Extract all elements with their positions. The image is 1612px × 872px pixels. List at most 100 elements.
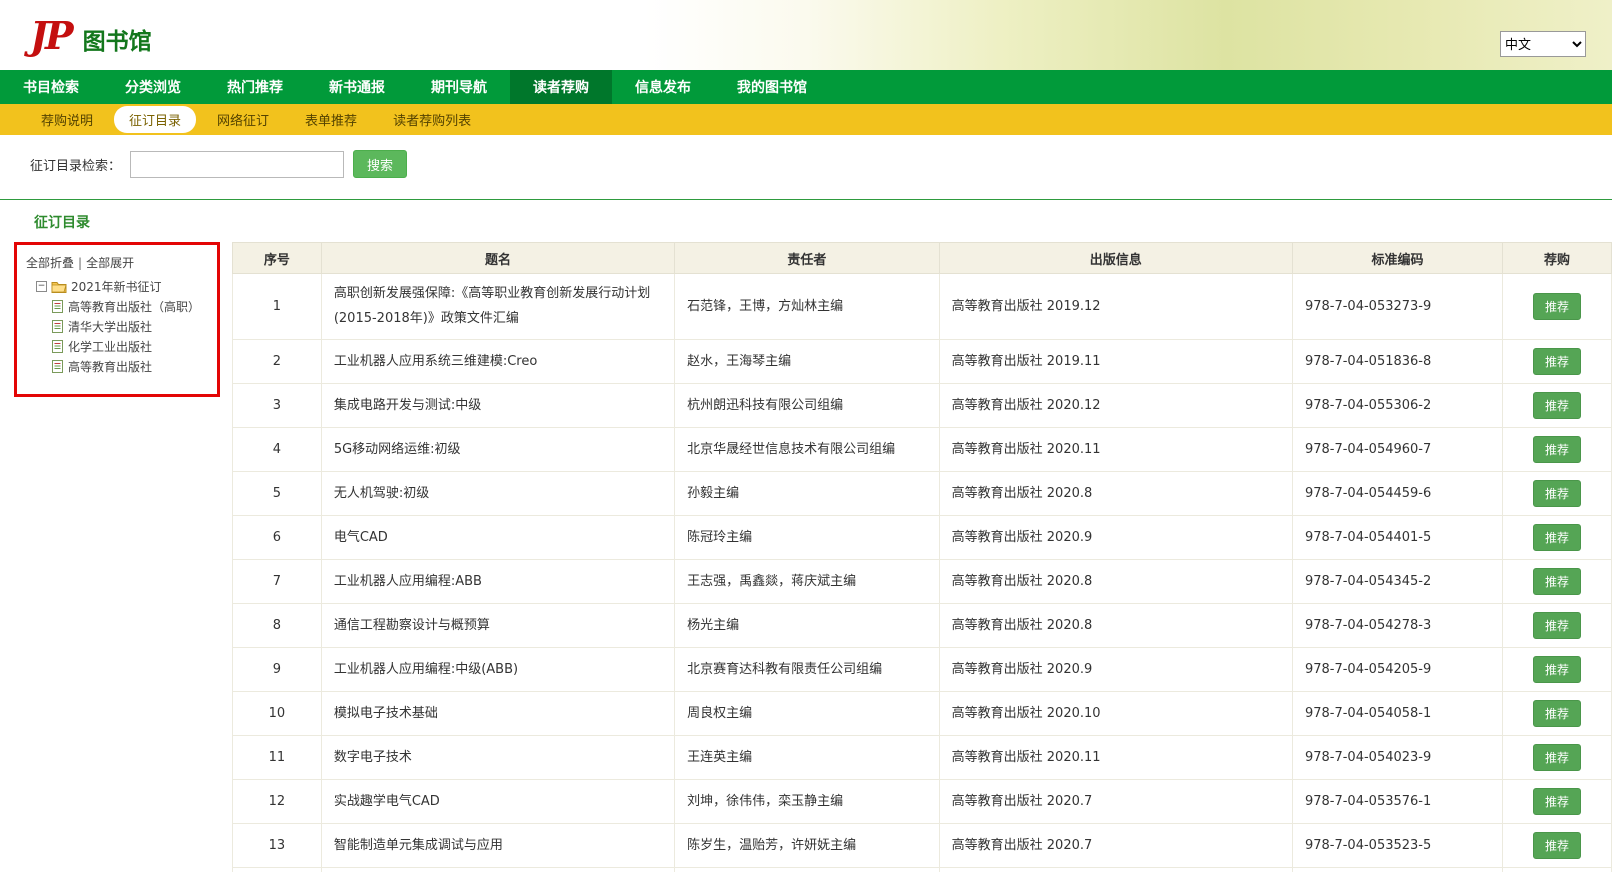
- recommend-button[interactable]: 推荐: [1533, 832, 1581, 859]
- recommend-button[interactable]: 推荐: [1533, 480, 1581, 507]
- cell-publisher: 高等教育出版社 2019.11: [939, 340, 1292, 384]
- tree-item-publisher[interactable]: 高等教育出版社: [52, 358, 211, 375]
- recommend-button[interactable]: 推荐: [1533, 656, 1581, 683]
- table-row: 4 5G移动网络运维:初级 北京华晟经世信息技术有限公司组编 高等教育出版社 2…: [233, 428, 1612, 472]
- cell-publisher: 高等教育出版社 2020.10: [939, 692, 1292, 736]
- document-icon: [52, 300, 63, 313]
- cell-title: 集成电路开发与测试:中级: [321, 384, 674, 428]
- recommend-button[interactable]: 推荐: [1533, 293, 1581, 320]
- nav-item-0[interactable]: 书目检索: [0, 70, 102, 104]
- subnav-item-4[interactable]: 读者荐购列表: [378, 106, 486, 133]
- recommend-button[interactable]: 推荐: [1533, 612, 1581, 639]
- cell-title: 电路基础: [321, 868, 674, 872]
- cell-author: 陈冠玲主编: [675, 516, 939, 560]
- table-row: 9 工业机器人应用编程:中级(ABB) 北京赛育达科教有限责任公司组编 高等教育…: [233, 648, 1612, 692]
- cell-title: 工业机器人应用编程:中级(ABB): [321, 648, 674, 692]
- recommend-button[interactable]: 推荐: [1533, 700, 1581, 727]
- cell-action: 推荐: [1502, 648, 1611, 692]
- search-input[interactable]: [130, 151, 344, 178]
- table-row: 1 高职创新发展强保障:《高等职业教育创新发展行动计划(2015-2018年)》…: [233, 274, 1612, 340]
- recommend-button[interactable]: 推荐: [1533, 568, 1581, 595]
- tree-item-label: 清华大学出版社: [68, 318, 152, 335]
- cell-title: 无人机驾驶:初级: [321, 472, 674, 516]
- subnav-item-1[interactable]: 征订目录: [114, 106, 196, 133]
- cell-action: 推荐: [1502, 560, 1611, 604]
- subnav-item-0[interactable]: 荐购说明: [26, 106, 108, 133]
- cell-action: 推荐: [1502, 824, 1611, 868]
- subnav-item-2[interactable]: 网络征订: [202, 106, 284, 133]
- catalog-tree-panel: 全部折叠|全部展开 2021年新书征订 高等: [14, 242, 220, 397]
- cell-publisher: 高等教育出版社 2020.11: [939, 736, 1292, 780]
- cell-title: 电气CAD: [321, 516, 674, 560]
- section-title: 征订目录: [34, 212, 1612, 232]
- cell-action: 推荐: [1502, 384, 1611, 428]
- column-header-1: 题名: [321, 243, 674, 274]
- table-row: 14 电路基础 吴青萍，沈凯主编 高等教育出版社 2019.11 978-7-0…: [233, 868, 1612, 872]
- table-row: 2 工业机器人应用系统三维建模:Creo 赵水，王海琴主编 高等教育出版社 20…: [233, 340, 1612, 384]
- tree-item-publisher[interactable]: 化学工业出版社: [52, 338, 211, 355]
- cell-isbn: 978-7-04-054401-5: [1292, 516, 1502, 560]
- tree-item-label: 高等教育出版社: [68, 358, 152, 375]
- cell-no: 12: [233, 780, 322, 824]
- nav-item-1[interactable]: 分类浏览: [102, 70, 204, 104]
- cell-author: 王连英主编: [675, 736, 939, 780]
- cell-no: 6: [233, 516, 322, 560]
- cell-isbn: 978-7-04-054278-3: [1292, 604, 1502, 648]
- catalog-table-wrap: 序号题名责任者出版信息标准编码荐购 1 高职创新发展强保障:《高等职业教育创新发…: [232, 242, 1612, 872]
- expand-all-link[interactable]: 全部展开: [86, 256, 134, 270]
- cell-action: 推荐: [1502, 604, 1611, 648]
- cell-publisher: 高等教育出版社 2019.11: [939, 868, 1292, 872]
- cell-author: 北京赛育达科教有限责任公司组编: [675, 648, 939, 692]
- cell-isbn: 978-7-04-054459-6: [1292, 472, 1502, 516]
- search-label: 征订目录检索：: [30, 155, 121, 174]
- cell-action: 推荐: [1502, 428, 1611, 472]
- cell-no: 14: [233, 868, 322, 872]
- cell-title: 实战趣学电气CAD: [321, 780, 674, 824]
- nav-item-4[interactable]: 期刊导航: [408, 70, 510, 104]
- cell-title: 5G移动网络运维:初级: [321, 428, 674, 472]
- table-header-row: 序号题名责任者出版信息标准编码荐购: [233, 243, 1612, 274]
- cell-author: 周良权主编: [675, 692, 939, 736]
- main-nav: 书目检索分类浏览热门推荐新书通报期刊导航读者荐购信息发布我的图书馆: [0, 70, 1612, 104]
- nav-item-5[interactable]: 读者荐购: [510, 70, 612, 104]
- cell-title: 智能制造单元集成调试与应用: [321, 824, 674, 868]
- collapse-icon[interactable]: [36, 281, 47, 292]
- cell-no: 4: [233, 428, 322, 472]
- recommend-button[interactable]: 推荐: [1533, 524, 1581, 551]
- table-row: 8 通信工程勘察设计与概预算 杨光主编 高等教育出版社 2020.8 978-7…: [233, 604, 1612, 648]
- cell-no: 9: [233, 648, 322, 692]
- search-bar: 征订目录检索： 搜索: [0, 135, 1612, 191]
- table-row: 7 工业机器人应用编程:ABB 王志强，禹鑫燚，蒋庆斌主编 高等教育出版社 20…: [233, 560, 1612, 604]
- cell-no: 11: [233, 736, 322, 780]
- nav-item-7[interactable]: 我的图书馆: [714, 70, 830, 104]
- cell-no: 7: [233, 560, 322, 604]
- recommend-button[interactable]: 推荐: [1533, 392, 1581, 419]
- nav-item-3[interactable]: 新书通报: [306, 70, 408, 104]
- collapse-all-link[interactable]: 全部折叠: [26, 256, 74, 270]
- tree-item-publisher[interactable]: 高等教育出版社（高职）: [52, 298, 211, 315]
- cell-isbn: 978-7-04-054345-2: [1292, 560, 1502, 604]
- table-row: 10 模拟电子技术基础 周良权主编 高等教育出版社 2020.10 978-7-…: [233, 692, 1612, 736]
- recommend-button[interactable]: 推荐: [1533, 744, 1581, 771]
- recommend-button[interactable]: 推荐: [1533, 348, 1581, 375]
- cell-title: 高职创新发展强保障:《高等职业教育创新发展行动计划(2015-2018年)》政策…: [321, 274, 674, 340]
- divider: [0, 199, 1612, 200]
- tree-item-publisher[interactable]: 清华大学出版社: [52, 318, 211, 335]
- cell-action: 推荐: [1502, 472, 1611, 516]
- recommend-button[interactable]: 推荐: [1533, 788, 1581, 815]
- tree-item-label: 高等教育出版社（高职）: [68, 298, 200, 315]
- subnav-item-3[interactable]: 表单推荐: [290, 106, 372, 133]
- cell-publisher: 高等教育出版社 2020.8: [939, 560, 1292, 604]
- recommend-button[interactable]: 推荐: [1533, 436, 1581, 463]
- nav-item-2[interactable]: 热门推荐: [204, 70, 306, 104]
- column-header-5: 荐购: [1502, 243, 1611, 274]
- cell-no: 1: [233, 274, 322, 340]
- tree-root-node[interactable]: 2021年新书征订: [36, 278, 211, 295]
- nav-item-6[interactable]: 信息发布: [612, 70, 714, 104]
- column-header-0: 序号: [233, 243, 322, 274]
- language-select[interactable]: 中文: [1500, 31, 1586, 57]
- cell-author: 北京华晟经世信息技术有限公司组编: [675, 428, 939, 472]
- search-button[interactable]: 搜索: [353, 150, 407, 178]
- table-row: 11 数字电子技术 王连英主编 高等教育出版社 2020.11 978-7-04…: [233, 736, 1612, 780]
- content: 全部折叠|全部展开 2021年新书征订 高等: [0, 242, 1612, 872]
